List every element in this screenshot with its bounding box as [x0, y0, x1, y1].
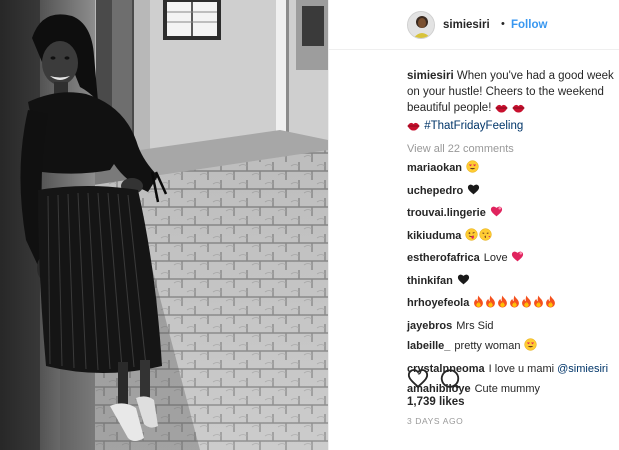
fire-icon [485, 295, 496, 316]
instagram-post: simiesiri • Follow simiesiri When you've… [0, 0, 619, 450]
post-side-panel: simiesiri • Follow simiesiri When you've… [328, 0, 619, 450]
post-header: simiesiri • Follow [329, 0, 619, 50]
post-photo[interactable] [0, 0, 328, 450]
header-username[interactable]: simiesiri [443, 19, 490, 31]
follow-button[interactable]: Follow [511, 19, 547, 31]
heart-eyes-icon [466, 160, 479, 181]
tongue-face-icon [465, 227, 478, 249]
heart-outline-icon[interactable] [407, 368, 429, 390]
comment-row: labeille_ pretty woman [407, 336, 617, 359]
comment-username[interactable]: jayebros [407, 320, 452, 332]
pink-heart-icon [490, 205, 503, 226]
fire-icon [521, 295, 532, 316]
pink-heart-icon [511, 250, 524, 271]
fire-icon [509, 295, 520, 316]
comment-row: uchepedro [407, 181, 617, 204]
comment-rows: mariaokan uchepedro trouvai.lingerie kiki… [407, 158, 617, 400]
comment-row: estherofafrica Love [407, 248, 617, 271]
heart-eyes-icon [523, 338, 537, 359]
comment-username[interactable]: thinkifan [407, 275, 453, 287]
comment-row: jayebros Mrs Sid [407, 316, 617, 337]
likes-count[interactable]: 1,739 likes [407, 396, 465, 408]
post-timestamp: 3 DAYS AGO [407, 416, 464, 426]
avatar[interactable] [407, 11, 435, 39]
view-all-comments-link[interactable]: View all 22 comments [407, 140, 617, 158]
lips-icon [512, 102, 525, 118]
comment-row: mariaokan [407, 158, 617, 181]
fire-icon [545, 295, 556, 316]
comment-username[interactable]: estherofafrica [407, 252, 480, 264]
avatar-image [408, 12, 434, 38]
comment-username[interactable]: uchepedro [407, 185, 463, 197]
kiss-face-icon [479, 227, 492, 249]
caption-hashtag[interactable]: #ThatFridayFeeling [424, 120, 523, 132]
comment-username[interactable]: hrhoyefeola [407, 297, 469, 309]
comment-username[interactable]: trouvai.lingerie [407, 207, 486, 219]
black-heart-icon [457, 273, 470, 294]
comment-bubble-icon[interactable] [439, 368, 461, 390]
comment-row: trouvai.lingerie [407, 203, 617, 226]
post-photo-image [0, 0, 328, 450]
header-separator: • [501, 18, 505, 30]
lips-icon [407, 120, 420, 136]
comment-username[interactable]: kikiuduma [407, 230, 461, 242]
fire-icon [473, 295, 484, 316]
comment-text: pretty woman [454, 340, 521, 352]
comment-text: Mrs Sid [456, 319, 494, 332]
post-actions [407, 366, 617, 392]
black-heart-icon [467, 183, 480, 204]
comment-row: kikiuduma [407, 226, 617, 249]
comment-row: hrhoyefeola [407, 293, 617, 316]
caption-username[interactable]: simiesiri [407, 70, 454, 82]
comment-username[interactable]: labeille_ [407, 340, 450, 352]
comment-text: Love [483, 252, 508, 264]
comment-row: thinkifan [407, 271, 617, 294]
lips-icon [495, 102, 508, 118]
comments-list: simiesiri When you've had a good week on… [407, 68, 617, 400]
post-caption: simiesiri When you've had a good week on… [407, 68, 617, 136]
comment-username[interactable]: mariaokan [407, 162, 462, 174]
fire-icon [533, 295, 544, 316]
fire-icon [497, 295, 508, 316]
